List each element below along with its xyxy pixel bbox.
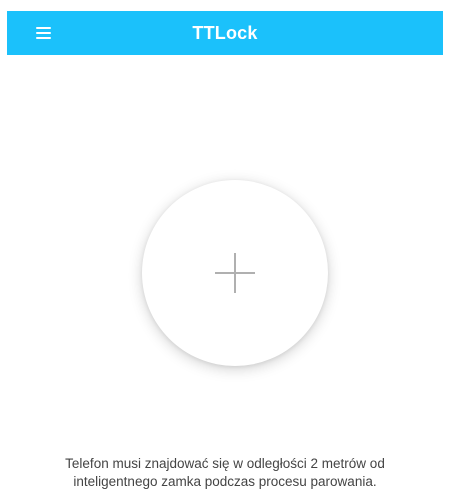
menu-button[interactable] [31,22,57,44]
hint-line-2: inteligentnego zamka podczas procesu par… [73,474,377,489]
hint-line-1: Telefon musi znajdować się w odległości … [65,456,385,471]
app-screen: TTLock Telefon musi znajdować się w odle… [0,0,450,497]
add-lock-button[interactable] [142,180,328,366]
pairing-hint-text: Telefon musi znajdować się w odległości … [20,455,430,491]
top-bar: TTLock [7,11,443,55]
page-title: TTLock [192,22,258,43]
plus-icon [215,253,255,293]
